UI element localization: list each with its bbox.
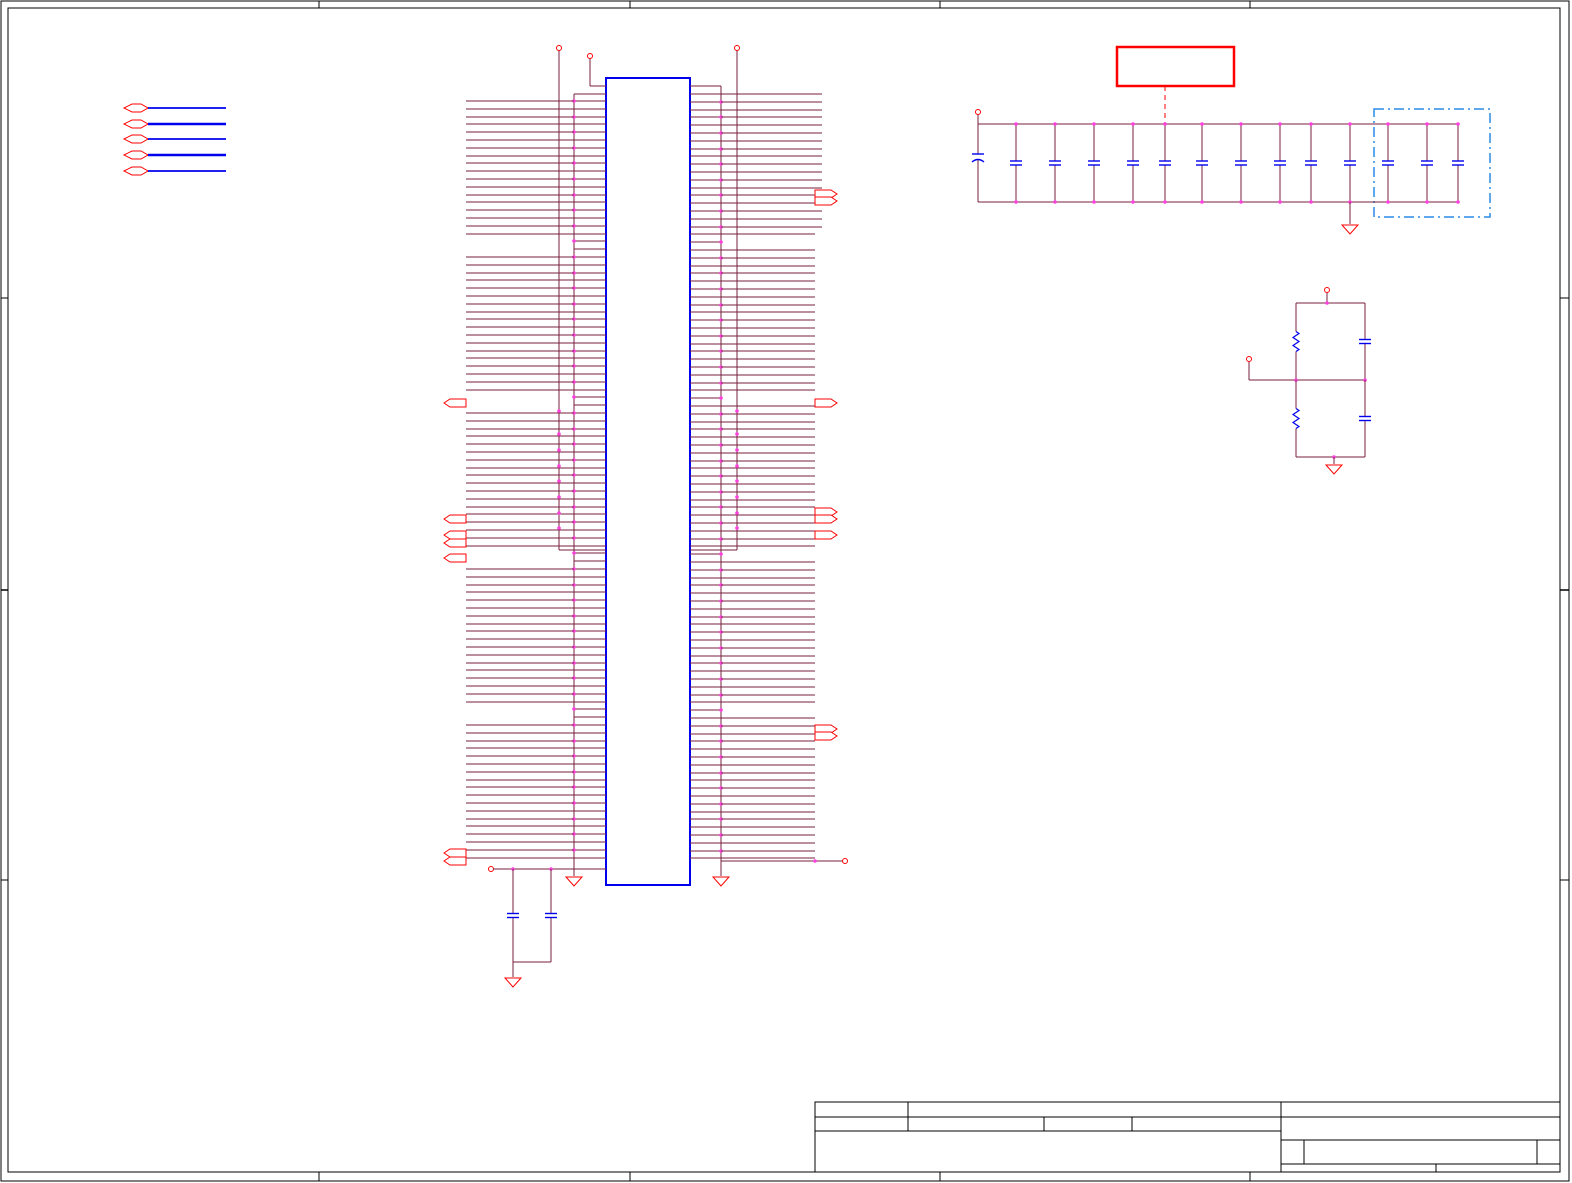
bidirectional-port: [122, 166, 150, 176]
off-sheet-port: [443, 856, 467, 866]
resistor-body: [1291, 408, 1301, 429]
junction-dot: [572, 395, 576, 399]
junction-dot: [735, 448, 739, 452]
voltage-divider-network: [1246, 287, 1371, 475]
junction-dot: [1163, 200, 1167, 204]
junction-dot: [1456, 122, 1460, 126]
junction-dot: [1456, 200, 1460, 204]
junction-dot: [1309, 122, 1313, 126]
sheet-frame: [0, 0, 1570, 1182]
junction-dot: [1386, 200, 1390, 204]
junction-dot: [572, 239, 576, 243]
junction-dot: [1278, 122, 1282, 126]
outer-border: [0, 0, 1570, 1182]
junction-dot: [557, 448, 561, 452]
bidirectional-port: [122, 134, 150, 144]
ground-symbol: [711, 876, 731, 887]
emphasis-box: [1115, 45, 1236, 88]
bidirectional-port: [122, 119, 150, 129]
junction-dot: [719, 240, 723, 244]
junction-dot: [1053, 200, 1057, 204]
power-port-circle: [556, 45, 562, 51]
junction-dot: [813, 859, 817, 863]
junction-dot: [719, 396, 723, 400]
junction-dot: [1163, 122, 1167, 126]
junction-dot: [557, 526, 561, 530]
off-sheet-port: [443, 514, 467, 524]
off-sheet-port: [814, 398, 838, 408]
optional-group-box: [1373, 108, 1491, 218]
bidirectional-port: [122, 150, 150, 160]
junction-dot: [1131, 122, 1135, 126]
junction-dot: [572, 551, 576, 555]
schematic-sheet: [0, 0, 1570, 1182]
junction-dot: [735, 432, 739, 436]
bidirectional-port: [122, 103, 150, 113]
junction-dot: [1200, 122, 1204, 126]
junction-dot: [1200, 200, 1204, 204]
decoupling-capacitor-array: [971, 45, 1491, 235]
junction-dot: [1131, 200, 1135, 204]
junction-dot: [557, 511, 561, 515]
connector-body: [605, 77, 691, 886]
junction-dot: [1278, 200, 1282, 204]
junction-dot: [1014, 122, 1018, 126]
junction-dot: [735, 526, 739, 530]
junction-dot: [1348, 122, 1352, 126]
junction-dot: [557, 479, 561, 483]
off-sheet-port: [814, 196, 838, 206]
junction-dot: [572, 707, 576, 711]
off-sheet-port: [443, 538, 467, 548]
title-block: [814, 1101, 1561, 1173]
junction-dot: [1425, 122, 1429, 126]
junction-dot: [735, 464, 739, 468]
junction-dot: [1386, 122, 1390, 126]
off-sheet-port: [443, 848, 467, 858]
junction-dot: [1239, 200, 1243, 204]
junction-dot: [1092, 122, 1096, 126]
power-port-circle: [488, 866, 494, 872]
junction-dot: [735, 479, 739, 483]
title-block-frame: [814, 1101, 1561, 1173]
ground-symbol: [564, 876, 584, 887]
off-sheet-port: [814, 514, 838, 524]
power-port-circle: [1324, 287, 1330, 293]
off-sheet-port: [814, 530, 838, 540]
connector-symbol: [443, 45, 848, 887]
junction-dot: [557, 409, 561, 413]
junction-dot: [735, 511, 739, 515]
junction-dot: [1239, 122, 1243, 126]
junction-dot: [1325, 301, 1329, 305]
junction-dot: [1092, 200, 1096, 204]
junction-dot: [557, 464, 561, 468]
inner-border: [7, 7, 1561, 1173]
off-sheet-port: [443, 530, 467, 540]
off-sheet-port: [814, 731, 838, 741]
resistor-body: [1291, 331, 1301, 352]
ground-symbol: [1340, 224, 1360, 235]
off-sheet-port: [443, 553, 467, 563]
junction-dot: [719, 708, 723, 712]
filter-capacitor-pair: [488, 866, 606, 988]
junction-dot: [719, 552, 723, 556]
junction-dot: [1425, 200, 1429, 204]
off-sheet-port: [443, 398, 467, 408]
junction-dot: [1309, 200, 1313, 204]
ground-symbol: [1324, 464, 1344, 475]
junction-dot: [735, 409, 739, 413]
ground-symbol: [503, 977, 523, 988]
junction-dot: [557, 495, 561, 499]
junction-dot: [1053, 122, 1057, 126]
junction-dot: [735, 495, 739, 499]
bus-legend: [122, 103, 226, 176]
power-port-circle: [975, 109, 981, 115]
power-port-circle: [1246, 356, 1252, 362]
power-port-circle: [587, 53, 593, 59]
power-port-circle: [842, 858, 848, 864]
power-port-circle: [734, 45, 740, 51]
junction-dot: [557, 432, 561, 436]
junction-dot: [1014, 200, 1018, 204]
